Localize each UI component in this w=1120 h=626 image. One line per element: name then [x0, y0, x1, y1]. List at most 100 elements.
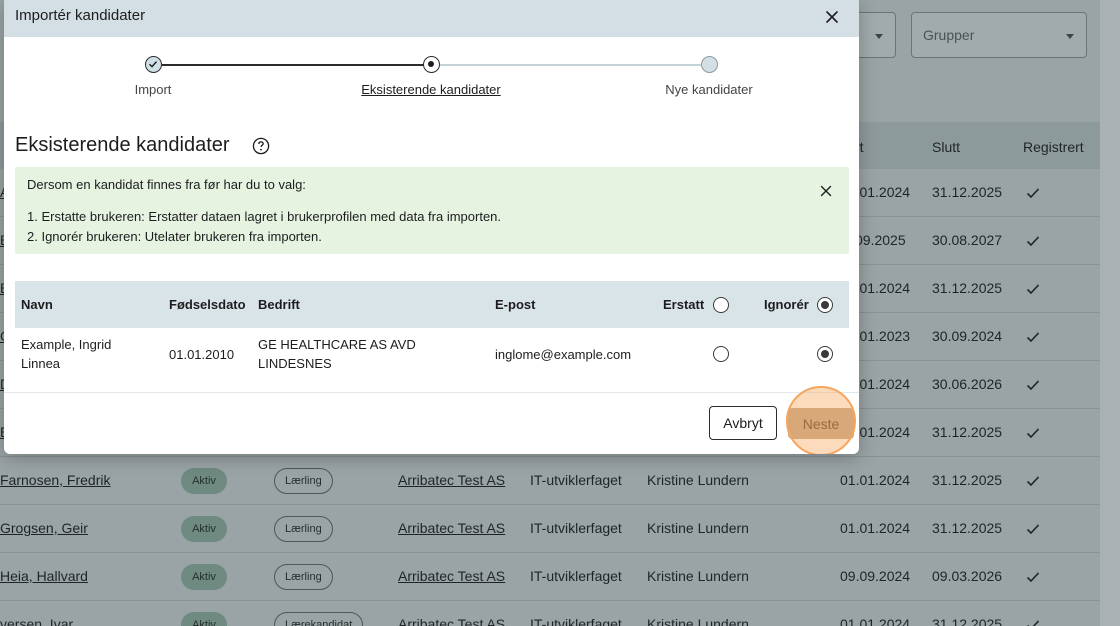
background-table-row: Grogsen, Geir Aktiv Lærling Arribatec Test … — [0, 505, 1100, 553]
step-import-indicator — [145, 56, 162, 73]
background-type-badge: Lærling — [274, 468, 333, 494]
ignore-all-radio[interactable] — [817, 297, 833, 313]
replace-all-radio[interactable] — [713, 297, 729, 313]
background-cell-subject: IT-utviklerfaget — [530, 616, 622, 626]
background-cell-end: 31.12.2025 — [932, 424, 1003, 440]
background-groups-select[interactable]: Grupper — [911, 12, 1087, 58]
background-cell-end: 31.12.2025 — [932, 616, 1003, 626]
close-icon[interactable] — [818, 183, 834, 199]
check-icon — [1025, 617, 1041, 626]
background-cell-name[interactable]: versen, Ivar — [0, 616, 73, 626]
background-cell-subject: IT-utviklerfaget — [530, 472, 622, 488]
background-status-badge: Aktiv — [181, 468, 227, 494]
background-table-row: Heia, Hallvard Aktiv Lærling Arribatec Test… — [0, 553, 1100, 601]
background-cell-start: 09.2025 — [855, 232, 906, 248]
help-icon[interactable] — [252, 137, 270, 155]
background-cell-end: 31.12.2025 — [932, 520, 1003, 536]
background-cell-subject: IT-utviklerfaget — [530, 520, 622, 536]
background-cell-name[interactable]: Grogsen, Geir — [0, 520, 88, 536]
dialog-title: Importér kandidater — [15, 7, 146, 24]
background-status-badge: Aktiv — [181, 564, 227, 590]
background-table-row: Farnosen, Fredrik Aktiv Lærling Arribatec T… — [0, 457, 1100, 505]
background-cell-start: 09.09.2024 — [840, 568, 911, 584]
check-icon — [149, 61, 158, 68]
th-replace: Erstatt — [663, 297, 705, 312]
step-existing-indicator — [423, 56, 440, 73]
step-new-label: Nye kandidater — [665, 82, 753, 97]
background-cell-end: 31.12.2025 — [932, 472, 1003, 488]
background-cell-start: 01.01.2024 — [840, 520, 911, 536]
th-name: Navn — [21, 297, 53, 312]
check-icon — [1025, 569, 1041, 585]
background-cell-start: 01.01.2024 — [840, 472, 911, 488]
background-cell-name[interactable]: Heia, Hallvard — [0, 568, 88, 584]
row-replace-radio[interactable] — [713, 346, 729, 362]
cell-dob: 01.01.2010 — [169, 347, 235, 362]
check-icon — [1025, 473, 1041, 489]
check-icon — [1025, 185, 1041, 201]
check-icon — [1025, 233, 1041, 249]
next-button[interactable]: Neste — [788, 408, 854, 439]
background-cell-start: 01.01.2024 — [840, 616, 911, 626]
info-item-ignore: 2. Ignorér brukeren: Utelater brukeren f… — [27, 229, 322, 244]
cancel-button[interactable]: Avbryt — [709, 406, 777, 440]
background-type-badge: Lærekandidat — [274, 612, 364, 626]
import-candidates-dialog: Importér kandidater Import Eksisterende … — [4, 0, 859, 454]
check-icon — [1025, 329, 1041, 345]
background-cell-company[interactable]: Arribatec Test AS — [398, 520, 505, 536]
background-cell-name[interactable]: Farnosen, Fredrik — [0, 472, 110, 488]
background-cell-company[interactable]: Arribatec Test AS — [398, 472, 505, 488]
background-cell-end: 30.06.2026 — [932, 376, 1003, 392]
check-icon — [1025, 521, 1041, 537]
background-cell-end: 30.08.2027 — [932, 232, 1003, 248]
background-type-badge: Lærling — [274, 564, 333, 590]
background-cell-contact: Kristine Lundern — [647, 568, 749, 584]
step-new-indicator — [701, 56, 718, 73]
info-intro: Dersom en kandidat finnes fra før har du… — [27, 177, 306, 192]
chevron-down-icon — [875, 34, 883, 39]
footer-divider — [4, 392, 859, 393]
import-stepper: Import Eksisterende kandidater Nye kandi… — [4, 37, 859, 107]
close-icon[interactable] — [822, 7, 842, 27]
check-icon — [1025, 425, 1041, 441]
groups-select-placeholder: Grupper — [923, 27, 975, 43]
th-email: E-post — [495, 297, 536, 312]
background-type-badge: Lærling — [274, 516, 333, 542]
table-header: Navn Fødselsdato Bedrift E-post Erstatt … — [15, 281, 849, 328]
check-icon — [1025, 377, 1041, 393]
row-ignore-radio[interactable] — [817, 346, 833, 362]
background-cell-end: 30.09.2024 — [932, 328, 1003, 344]
background-cell-contact: Kristine Lundern — [647, 472, 749, 488]
cell-name: Example, Ingrid Linnea — [21, 337, 112, 371]
dialog-header: Importér kandidater — [4, 0, 859, 37]
background-cell-company[interactable]: Arribatec Test AS — [398, 616, 505, 626]
info-box: Dersom en kandidat finnes fra før har du… — [15, 167, 849, 254]
background-cell-end: 31.12.2025 — [932, 280, 1003, 296]
background-scrollbar[interactable] — [1100, 0, 1120, 626]
stepper-line-done — [162, 64, 424, 66]
background-status-badge: Aktiv — [181, 516, 227, 542]
background-cell-contact: Kristine Lundern — [647, 520, 749, 536]
cell-email: inglome@example.com — [495, 347, 632, 362]
check-icon — [1025, 281, 1041, 297]
background-th-registered: Registrert — [1023, 139, 1084, 155]
th-dob: Fødselsdato — [169, 297, 246, 312]
step-import-label[interactable]: Import — [135, 82, 172, 97]
background-status-badge: Aktiv — [181, 612, 227, 626]
th-company: Bedrift — [258, 297, 300, 312]
cell-company: GE HEALTHCARE AS AVD LINDESNES — [258, 337, 416, 371]
chevron-down-icon — [1066, 34, 1074, 39]
stepper-line-todo — [440, 64, 702, 66]
background-cell-end: 09.03.2026 — [932, 568, 1003, 584]
section-title: Eksisterende kandidater — [15, 134, 230, 156]
background-th-end: Slutt — [932, 139, 961, 155]
background-cell-end: 31.12.2025 — [932, 184, 1003, 200]
step-existing-label[interactable]: Eksisterende kandidater — [361, 82, 500, 97]
background-table-row: versen, Ivar Aktiv Lærekandidat Arribatec T… — [0, 601, 1100, 626]
table-row: Example, Ingrid Linnea 01.01.2010 GE HEA… — [15, 328, 849, 381]
th-ignore: Ignorér — [764, 297, 809, 312]
background-cell-subject: IT-utviklerfaget — [530, 568, 622, 584]
info-item-replace: 1. Erstatte brukeren: Erstatter dataen l… — [27, 209, 502, 224]
background-cell-company[interactable]: Arribatec Test AS — [398, 568, 505, 584]
background-cell-contact: Kristine Lundern — [647, 616, 749, 626]
